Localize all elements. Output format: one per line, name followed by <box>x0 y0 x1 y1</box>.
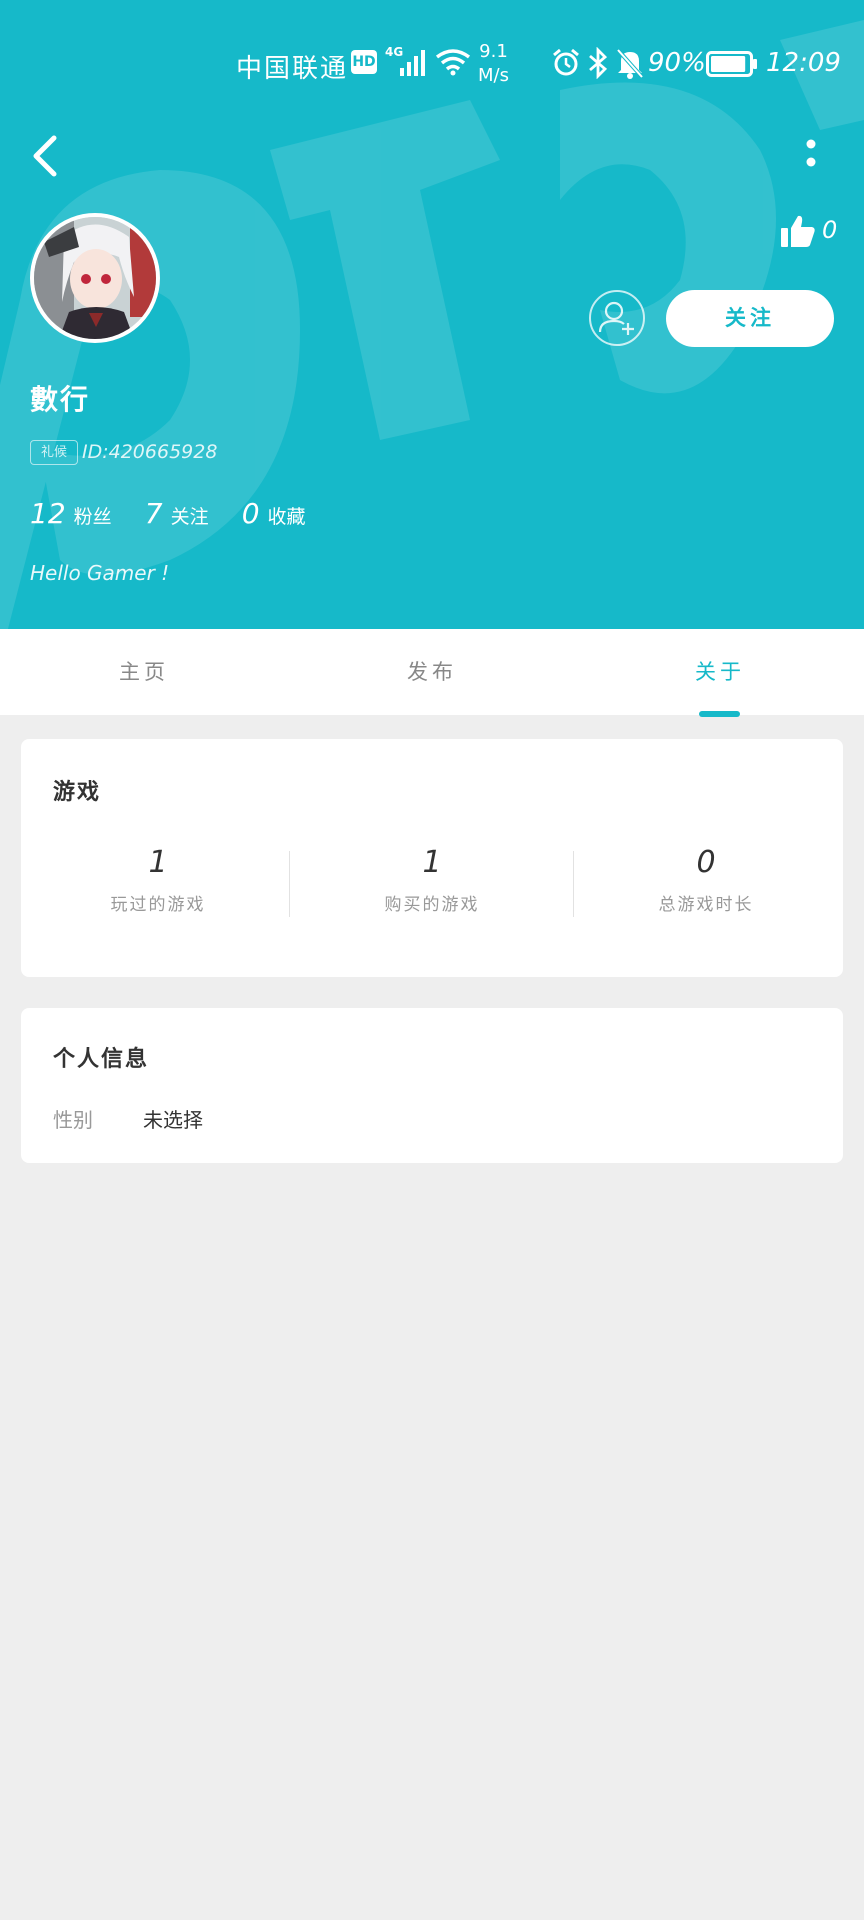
favorites-label: 收藏 <box>267 506 306 528</box>
like-count: 0 <box>822 216 838 244</box>
games-card-title: 游戏 <box>53 780 102 805</box>
battery-icon <box>706 51 757 77</box>
network-speed: 9.1 M/s <box>478 40 509 88</box>
clock-time: 12:09 <box>766 48 841 78</box>
tab-about[interactable]: 关于 <box>576 629 864 715</box>
add-friend-button[interactable] <box>589 290 645 346</box>
favorites-count: 0 <box>241 497 260 530</box>
tab-home[interactable]: 主页 <box>0 629 288 715</box>
play-time-stat[interactable]: 0 总游戏时长 <box>569 845 843 915</box>
profile-tabs: 主页 发布 关于 <box>0 629 864 717</box>
gender-value: 未选择 <box>143 1108 203 1132</box>
games-played-count: 1 <box>148 845 168 880</box>
bluetooth-icon <box>589 47 608 79</box>
tab-posts[interactable]: 发布 <box>288 629 576 715</box>
avatar-image <box>34 217 156 339</box>
follow-button[interactable]: 关注 <box>666 290 834 347</box>
avatar[interactable] <box>30 213 160 343</box>
gender-label: 性别 <box>53 1108 93 1132</box>
status-bar: 中国联通 HD 4G 9.1 M/s 90% 12:09 <box>0 40 864 90</box>
stat-divider <box>289 851 290 917</box>
favorites-stat[interactable]: 0 收藏 <box>242 497 334 530</box>
gender-row: 性别 未选择 <box>53 1104 203 1134</box>
profile-header: 中国联通 HD 4G 9.1 M/s 90% 12:09 0 关注 數行 礼候 … <box>0 0 864 629</box>
active-tab-indicator <box>699 711 740 717</box>
more-vertical-icon[interactable] <box>796 134 826 178</box>
games-purchased-count: 1 <box>422 845 442 880</box>
followers-count: 12 <box>30 497 66 530</box>
speed-value: 9.1 <box>479 41 508 62</box>
back-arrow-icon[interactable] <box>28 134 68 178</box>
add-friend-icon <box>598 301 634 335</box>
games-purchased-stat[interactable]: 1 购买的游戏 <box>295 845 569 915</box>
games-played-stat[interactable]: 1 玩过的游戏 <box>21 845 295 915</box>
following-label: 关注 <box>170 506 209 528</box>
carrier-name: 中国联通 <box>236 54 349 84</box>
user-id: ID:420665928 <box>82 441 218 463</box>
battery-percent: 90% <box>648 48 706 78</box>
following-stat[interactable]: 7 关注 <box>145 497 242 530</box>
play-time-label: 总游戏时长 <box>658 895 754 915</box>
wifi-icon <box>435 49 471 76</box>
personal-info-card: 个人信息 性别 未选择 <box>21 1008 843 1163</box>
following-count: 7 <box>144 497 163 530</box>
hd-badge: HD <box>351 50 377 74</box>
signal-icon <box>400 50 425 76</box>
alarm-icon <box>553 48 579 76</box>
user-bio: Hello Gamer ! <box>30 561 170 585</box>
followers-stat[interactable]: 12 粉丝 <box>30 497 145 530</box>
profile-stats: 12 粉丝 7 关注 0 收藏 <box>30 497 334 533</box>
games-played-label: 玩过的游戏 <box>110 895 206 915</box>
games-card: 游戏 1 玩过的游戏 1 购买的游戏 0 总游戏时长 <box>21 739 843 977</box>
games-purchased-label: 购买的游戏 <box>384 895 480 915</box>
app-root: 中国联通 HD 4G 9.1 M/s 90% 12:09 0 关注 數行 礼候 … <box>0 0 864 1920</box>
followers-label: 粉丝 <box>73 506 112 528</box>
username: 數行 <box>30 383 91 416</box>
personal-info-title: 个人信息 <box>53 1047 150 1072</box>
play-time-count: 0 <box>696 845 716 880</box>
thumbs-up-icon <box>781 215 815 247</box>
mute-icon <box>616 48 644 79</box>
speed-unit: M/s <box>478 65 509 86</box>
user-badge: 礼候 <box>30 440 78 465</box>
